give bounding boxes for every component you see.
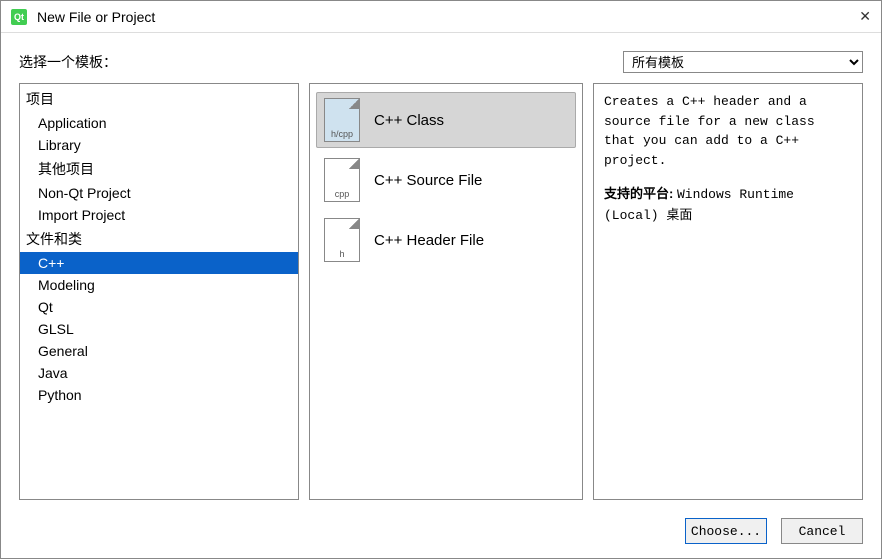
choose-button[interactable]: Choose... [685,518,767,544]
template-description: Creates a C++ header and a source file f… [604,92,852,170]
category-item[interactable]: Import Project [20,204,298,226]
close-icon[interactable]: ✕ [851,8,871,25]
category-item[interactable]: GLSL [20,318,298,340]
category-item[interactable]: Non-Qt Project [20,182,298,204]
button-row: Choose... Cancel [1,510,881,558]
category-item[interactable]: Java [20,362,298,384]
template-label: C++ Header File [374,232,568,249]
category-header-files: 文件和类 [20,226,298,252]
template-label: C++ Class [374,112,568,129]
category-item[interactable]: General [20,340,298,362]
template-filter-select[interactable]: 所有模板 [623,51,863,73]
supported-platforms: 支持的平台: Windows Runtime (Local) 桌面 [604,184,852,225]
template-panel: h/cpp C++ Class cpp C++ Source File h C++ Hea… [309,83,583,500]
cancel-button[interactable]: Cancel [781,518,863,544]
template-label: C++ Source File [374,172,568,189]
template-item[interactable]: h/cpp C++ Class [316,92,576,148]
file-icon: h [324,218,360,262]
template-item[interactable]: h C++ Header File [316,212,576,268]
panels: 项目ApplicationLibrary其他项目Non-Qt ProjectIm… [1,79,881,510]
category-item[interactable]: Python [20,384,298,406]
category-item[interactable]: C++ [20,252,298,274]
category-panel: 项目ApplicationLibrary其他项目Non-Qt ProjectIm… [19,83,299,500]
category-item[interactable]: Library [20,134,298,156]
category-item[interactable]: Application [20,112,298,134]
category-item[interactable]: Modeling [20,274,298,296]
file-icon: h/cpp [324,98,360,142]
qt-logo-icon: Qt [11,9,27,25]
template-item[interactable]: cpp C++ Source File [316,152,576,208]
platform-label: 支持的平台: [604,186,673,201]
window-title: New File or Project [37,9,851,25]
category-header-projects: 项目 [20,86,298,112]
header-row: 选择一个模板： 所有模板 [1,33,881,79]
titlebar: Qt New File or Project ✕ [1,1,881,33]
category-item[interactable]: Qt [20,296,298,318]
file-icon: cpp [324,158,360,202]
category-item[interactable]: 其他项目 [20,156,298,182]
description-panel: Creates a C++ header and a source file f… [593,83,863,500]
choose-template-label: 选择一个模板： [19,52,623,72]
